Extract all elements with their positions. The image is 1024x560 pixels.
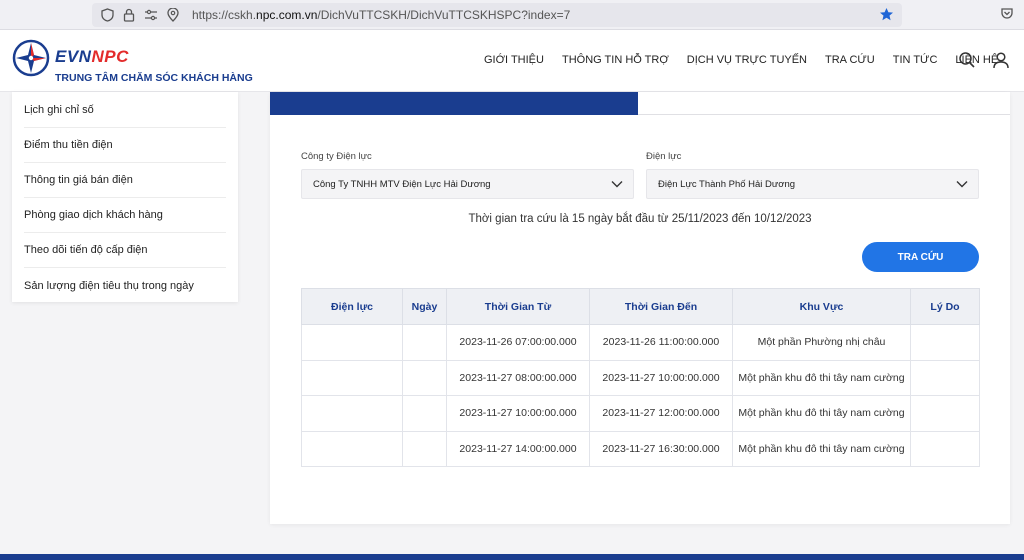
company-label: Công ty Điện lực <box>301 151 372 162</box>
cell-dien-luc <box>301 359 403 396</box>
cell-ly-do <box>910 430 980 467</box>
url-path: /DichVuTTCSKH/DichVuTTCSKHSPC?index=7 <box>317 8 571 22</box>
cell-dien-luc <box>301 324 403 361</box>
cell-thoi-gian-den: 2023-11-27 16:30:00.000 <box>589 430 733 467</box>
table-header-row: Điện lực Ngày Thời Gian Từ Thời Gian Đến… <box>301 288 980 325</box>
user-icon[interactable] <box>992 51 1010 69</box>
col-header-thoi-gian-den: Thời Gian Đến <box>589 288 733 325</box>
browser-toolbar: https://cskh.npc.com.vn/DichVuTTCSKH/Dic… <box>0 0 1024 30</box>
site-header: EVNNPC TRUNG TÂM CHĂM SÓC KHÁCH HÀNG GIỚ… <box>0 30 1024 92</box>
sidebar-item-san-luong-dien[interactable]: Sản lượng điện tiêu thụ trong ngày <box>24 268 226 303</box>
chevron-down-icon <box>611 179 623 192</box>
cell-thoi-gian-den: 2023-11-26 11:00:00.000 <box>589 324 733 361</box>
branch-select-value: Điện Lực Thành Phố Hải Dương <box>658 178 796 190</box>
cell-thoi-gian-tu: 2023-11-26 07:00:00.000 <box>446 324 590 361</box>
evnnpc-logo-icon[interactable] <box>12 39 50 77</box>
cell-ngay <box>402 430 447 467</box>
nav-dich-vu-truc-tuyen[interactable]: DỊCH VỤ TRỰC TUYẾN <box>687 54 807 66</box>
sidebar-item-phong-giao-dich[interactable]: Phòng giao dịch khách hàng <box>24 198 226 233</box>
tab-inactive[interactable] <box>638 92 1010 115</box>
pocket-icon[interactable] <box>1000 7 1014 26</box>
cell-thoi-gian-tu: 2023-11-27 08:00:00.000 <box>446 359 590 396</box>
cell-thoi-gian-den: 2023-11-27 10:00:00.000 <box>589 359 733 396</box>
cell-khu-vuc: Một phần khu đô thi tây nam cường <box>732 359 911 396</box>
logo-npc: NPC <box>91 47 129 66</box>
url-domain: npc.com.vn <box>256 8 318 22</box>
logo-evn: EVN <box>55 47 92 66</box>
main-content-card: Công ty Điện lực Công Ty TNHH MTV Điện L… <box>270 92 1010 524</box>
col-header-khu-vuc: Khu Vực <box>732 288 911 325</box>
nav-tin-tuc[interactable]: TIN TỨC <box>893 54 938 66</box>
cell-ly-do <box>910 359 980 396</box>
location-icon[interactable] <box>166 8 180 22</box>
table-row: 2023-11-27 14:00:00.000 2023-11-27 16:30… <box>301 430 980 467</box>
table-row: 2023-11-26 07:00:00.000 2023-11-26 11:00… <box>301 324 980 361</box>
cell-thoi-gian-tu: 2023-11-27 10:00:00.000 <box>446 395 590 432</box>
table-row: 2023-11-27 08:00:00.000 2023-11-27 10:00… <box>301 359 980 396</box>
table-row: 2023-11-27 10:00:00.000 2023-11-27 12:00… <box>301 395 980 432</box>
logo-subtitle: TRUNG TÂM CHĂM SÓC KHÁCH HÀNG <box>55 72 253 84</box>
search-icon[interactable] <box>958 51 976 69</box>
url-prefix: https://cskh. <box>192 8 257 22</box>
bookmark-star-icon[interactable] <box>879 7 894 27</box>
permissions-icon[interactable] <box>144 8 158 22</box>
chevron-down-icon <box>956 179 968 192</box>
cell-ngay <box>402 395 447 432</box>
cell-khu-vuc: Một phần Phường nhị châu <box>732 324 911 361</box>
cell-khu-vuc: Một phần khu đô thi tây nam cường <box>732 395 911 432</box>
company-select[interactable]: Công Ty TNHH MTV Điện Lực Hải Dương <box>301 169 634 199</box>
branch-label: Điện lực <box>646 151 682 162</box>
sidebar: Lịch ghi chỉ số Điểm thu tiền điện Thông… <box>12 92 238 302</box>
cell-thoi-gian-den: 2023-11-27 12:00:00.000 <box>589 395 733 432</box>
cell-thoi-gian-tu: 2023-11-27 14:00:00.000 <box>446 430 590 467</box>
shield-icon[interactable] <box>100 8 114 22</box>
col-header-dien-luc: Điện lực <box>301 288 403 325</box>
tab-active[interactable] <box>270 92 638 115</box>
search-button[interactable]: TRA CỨU <box>862 242 979 272</box>
address-bar[interactable]: https://cskh.npc.com.vn/DichVuTTCSKH/Dic… <box>92 3 902 27</box>
cell-khu-vuc: Một phần khu đô thi tây nam cường <box>732 430 911 467</box>
sidebar-item-thong-tin-gia-ban-dien[interactable]: Thông tin giá bán điện <box>24 163 226 198</box>
col-header-ly-do: Lý Do <box>910 288 980 325</box>
cell-ly-do <box>910 324 980 361</box>
lock-icon[interactable] <box>122 8 136 22</box>
cell-ly-do <box>910 395 980 432</box>
cell-dien-luc <box>301 430 403 467</box>
nav-thong-tin-ho-tro[interactable]: THÔNG TIN HỖ TRỢ <box>562 54 669 66</box>
cell-ngay <box>402 359 447 396</box>
nav-tra-cuu[interactable]: TRA CỨU <box>825 54 875 66</box>
col-header-ngay: Ngày <box>402 288 447 325</box>
sidebar-item-diem-thu-tien-dien[interactable]: Điểm thu tiền điện <box>24 128 226 163</box>
col-header-thoi-gian-tu: Thời Gian Từ <box>446 288 590 325</box>
url-text[interactable]: https://cskh.npc.com.vn/DichVuTTCSKH/Dic… <box>192 8 570 22</box>
sidebar-item-theo-doi-tien-do[interactable]: Theo dõi tiến độ cấp điện <box>24 233 226 268</box>
date-range-note: Thời gian tra cứu là 15 ngày bắt đầu từ … <box>468 213 812 225</box>
company-select-value: Công Ty TNHH MTV Điện Lực Hải Dương <box>313 178 491 190</box>
nav-gioi-thieu[interactable]: GIỚI THIỆU <box>484 54 544 66</box>
branch-select[interactable]: Điện Lực Thành Phố Hải Dương <box>646 169 979 199</box>
footer-strip <box>0 554 1024 560</box>
sidebar-item-lich-ghi-chi-so[interactable]: Lịch ghi chỉ số <box>24 92 226 128</box>
logo-wordmark[interactable]: EVNNPC <box>55 47 129 67</box>
main-nav: GIỚI THIỆU THÔNG TIN HỖ TRỢ DỊCH VỤ TRỰC… <box>484 54 1016 66</box>
cell-dien-luc <box>301 395 403 432</box>
outage-table: Điện lực Ngày Thời Gian Từ Thời Gian Đến… <box>301 288 980 467</box>
cell-ngay <box>402 324 447 361</box>
